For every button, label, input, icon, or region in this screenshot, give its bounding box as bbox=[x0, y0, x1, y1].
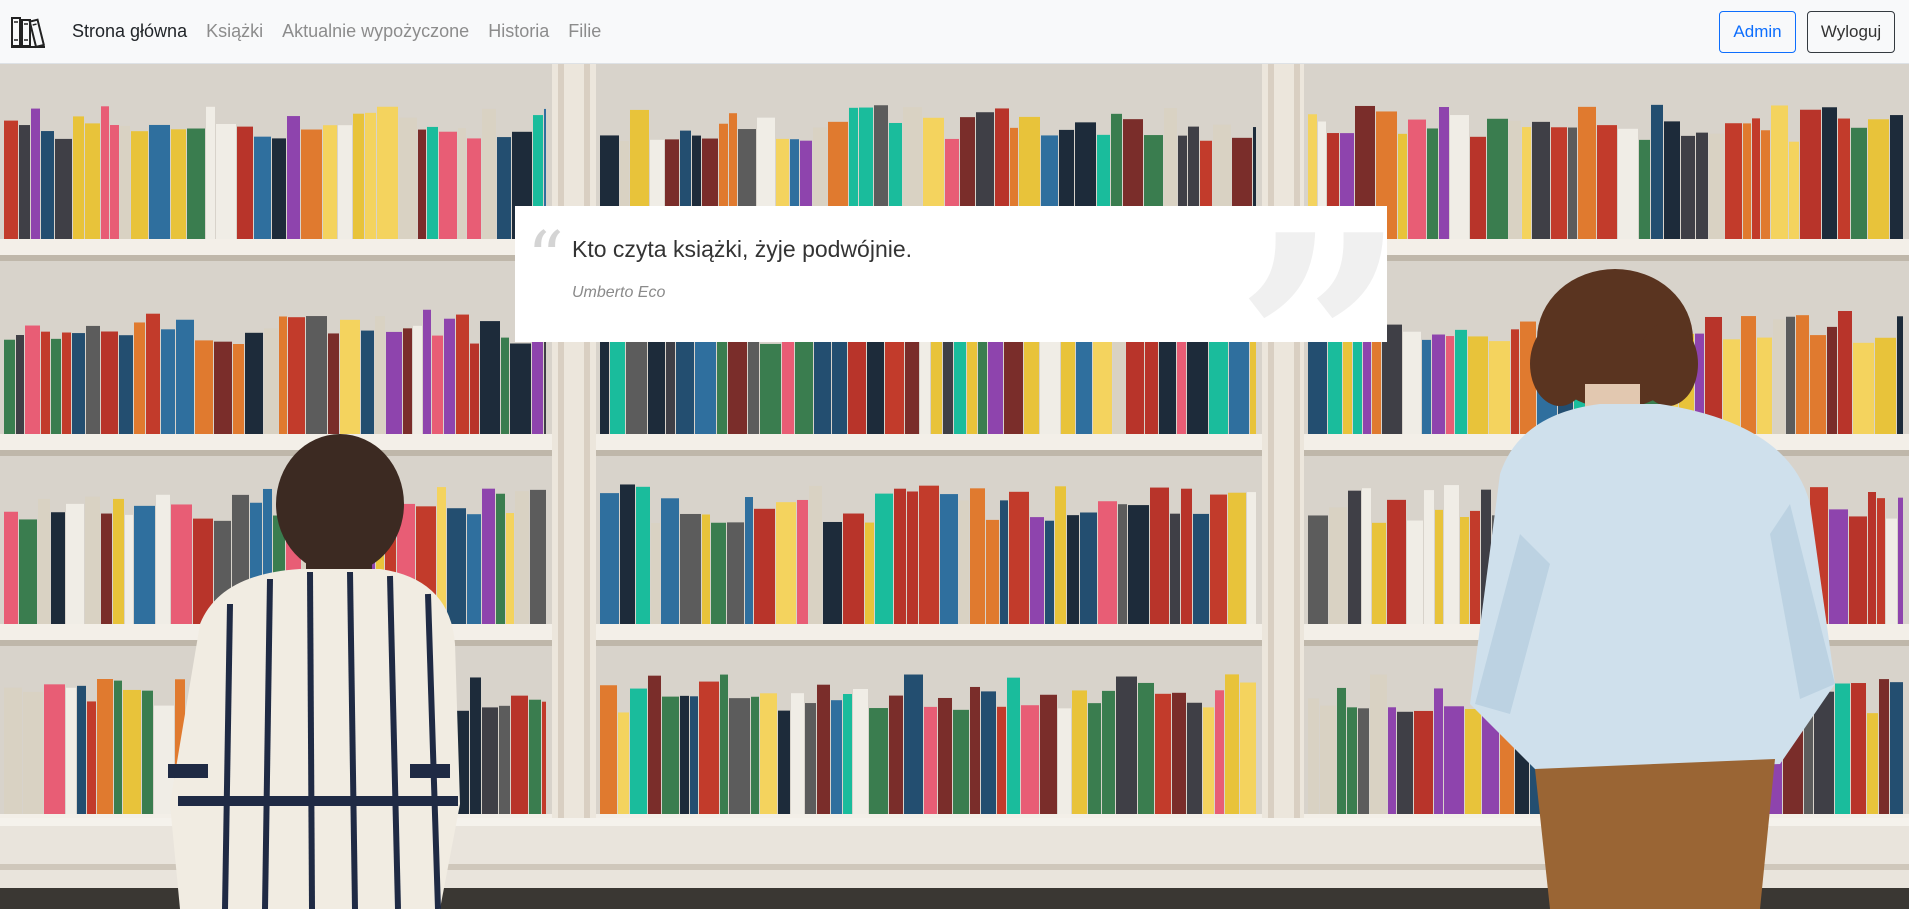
quote-card: ” “ Kto czyta książki, żyje podwójnie. U… bbox=[515, 206, 1387, 342]
nav-link-history[interactable]: Historia bbox=[488, 21, 549, 42]
closing-quote-mark-icon: ” bbox=[1234, 206, 1387, 342]
admin-button[interactable]: Admin bbox=[1719, 10, 1796, 53]
navbar: Strona główna Książki Aktualnie wypożycz… bbox=[0, 0, 1909, 64]
nav-link-current-loans[interactable]: Aktualnie wypożyczone bbox=[282, 21, 469, 42]
nav-links: Strona główna Książki Aktualnie wypożycz… bbox=[72, 21, 620, 42]
nav-link-books[interactable]: Książki bbox=[206, 21, 263, 42]
nav-link-branches[interactable]: Filie bbox=[568, 21, 601, 42]
quote-author: Umberto Eco bbox=[572, 284, 666, 301]
nav-link-home[interactable]: Strona główna bbox=[72, 21, 187, 42]
opening-quote-mark-icon: “ bbox=[527, 216, 564, 300]
brand-logo[interactable] bbox=[10, 12, 46, 52]
nav-actions: Admin Wyloguj bbox=[1719, 10, 1895, 53]
bookstore-photo bbox=[0, 64, 1909, 909]
hero-background-image bbox=[0, 64, 1909, 909]
books-icon bbox=[11, 16, 46, 48]
quote-text: Kto czyta książki, żyje podwójnie. bbox=[572, 236, 913, 262]
logout-button[interactable]: Wyloguj bbox=[1807, 10, 1895, 53]
